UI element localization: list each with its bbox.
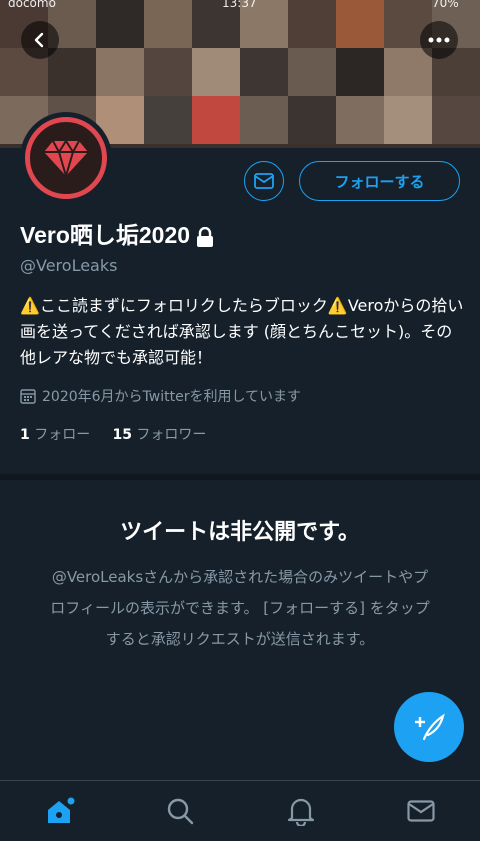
follow-button[interactable]: フォローする — [299, 161, 460, 201]
back-icon — [34, 32, 44, 48]
diamond-icon — [44, 139, 88, 177]
compose-icon — [415, 713, 445, 741]
followers-link[interactable]: 15 フォロワー — [112, 427, 206, 443]
status-bar: docomo 13:37 70% — [0, 0, 480, 12]
following-label: フォロー — [34, 427, 91, 443]
battery-label: 70% — [432, 0, 459, 10]
profile-bio: ⚠️ここ読まずにフォロリクしたらブロック⚠️Veroからの拾い画を送ってくだされ… — [20, 296, 464, 367]
bell-icon — [287, 798, 315, 826]
tab-notifications[interactable] — [283, 793, 319, 829]
home-icon — [48, 797, 75, 823]
user-handle: @VeroLeaks — [20, 256, 118, 275]
envelope-icon — [254, 173, 274, 189]
display-name: Vero晒し垢2020 — [20, 216, 214, 250]
following-link[interactable]: 1 フォロー — [20, 427, 90, 443]
join-date-text: 2020年6月からTwitterを利用しています — [42, 389, 302, 405]
more-icon — [428, 37, 450, 43]
carrier-label: docomo — [8, 0, 56, 10]
tab-messages[interactable] — [403, 793, 439, 829]
calendar-icon — [20, 389, 36, 404]
join-date: 2020年6月からTwitterを利用しています — [20, 386, 301, 406]
message-button[interactable] — [244, 161, 284, 201]
display-name-text: Vero晒し垢2020 — [20, 222, 191, 248]
envelope-icon — [407, 800, 435, 822]
followers-label: フォロワー — [136, 427, 207, 443]
follow-counts: 1 フォロー 15 フォロワー — [20, 424, 206, 444]
following-count: 1 — [20, 427, 30, 443]
followers-count: 15 — [112, 427, 132, 443]
lock-icon — [197, 226, 214, 247]
tab-search[interactable] — [162, 793, 198, 829]
compose-tweet-button[interactable] — [394, 692, 464, 762]
tab-home[interactable] — [42, 793, 78, 829]
bottom-tab-bar — [0, 780, 480, 841]
back-button[interactable] — [21, 21, 59, 59]
search-icon — [167, 798, 194, 825]
avatar[interactable] — [20, 112, 112, 204]
private-text: @VeroLeaksさんから承認された場合のみツイートやプロフィールの表示ができ… — [50, 568, 430, 648]
clock-label: 13:37 — [222, 0, 257, 10]
more-button[interactable] — [420, 21, 458, 59]
private-title: ツイートは非公開です。 — [120, 520, 360, 545]
avatar-image — [25, 117, 107, 199]
